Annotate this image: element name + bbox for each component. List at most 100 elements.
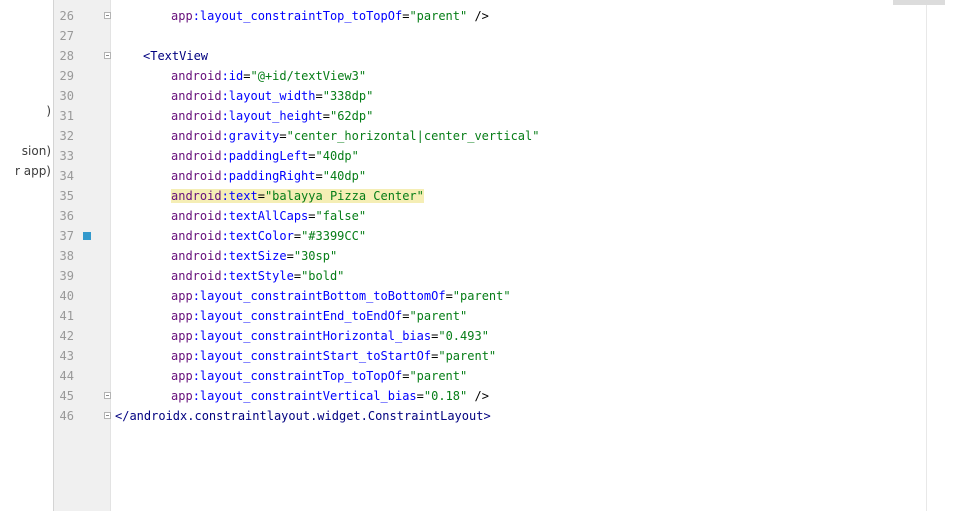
code-token-val: "@+id/textView3"	[250, 69, 367, 83]
color-swatch-icon[interactable]	[83, 232, 91, 240]
code-line[interactable]: app:layout_constraintTop_toTopOf="parent…	[171, 6, 489, 26]
code-token-attr: :text	[221, 189, 258, 203]
line-number: 41	[59, 309, 74, 323]
code-token-eq: =	[293, 229, 302, 243]
code-token-ns: android	[171, 169, 222, 183]
code-token-punct: />	[467, 389, 489, 403]
code-token-attr: :layout_constraintBottom_toBottomOf	[192, 289, 446, 303]
right-margin-guide	[926, 0, 927, 511]
code-token-eq: =	[416, 389, 424, 403]
code-line[interactable]: android:gravity="center_horizontal|cente…	[171, 126, 539, 146]
code-token-attr: :layout_constraintTop_toTopOf	[192, 9, 403, 23]
line-number: 30	[59, 89, 74, 103]
code-token-val: "0.18"	[423, 389, 468, 403]
code-token-ns: android	[171, 209, 222, 223]
code-editor[interactable]: app:layout_constraintTop_toTopOf="parent…	[111, 0, 962, 511]
line-number: 43	[59, 349, 74, 363]
code-token-val: "338dp"	[322, 89, 374, 103]
code-line[interactable]: app:layout_constraintStart_toStartOf="pa…	[171, 346, 496, 366]
code-line[interactable]: </androidx.constraintlayout.widget.Const…	[115, 406, 491, 426]
code-line[interactable]: android:textSize="30sp"	[171, 246, 337, 266]
code-line[interactable]: app:layout_constraintHorizontal_bias="0.…	[171, 326, 489, 346]
code-line[interactable]: android:textAllCaps="false"	[171, 206, 366, 226]
code-token-attr: :id	[221, 69, 244, 83]
line-number: 29	[59, 69, 74, 83]
code-token-eq: =	[445, 289, 453, 303]
code-token-ns: app	[171, 329, 193, 343]
code-token-val: "bold"	[301, 269, 345, 283]
code-token-ns: android	[171, 89, 222, 103]
code-token-ns: app	[171, 349, 193, 363]
code-line[interactable]: <TextView	[143, 46, 208, 66]
code-line[interactable]: android:textStyle="bold"	[171, 266, 344, 286]
code-token-val: "false"	[315, 209, 367, 223]
code-token-val: "center_horizontal|center_vertical"	[286, 129, 540, 143]
code-token-attr: :textAllCaps	[221, 209, 309, 223]
code-token-eq: =	[243, 69, 251, 83]
line-number: 45	[59, 389, 74, 403]
code-token-attr: :textSize	[221, 249, 287, 263]
code-token-attr: :layout_constraintEnd_toEndOf	[192, 309, 403, 323]
code-token-attr: :gravity	[221, 129, 280, 143]
line-number: 26	[59, 9, 74, 23]
code-token-attr: :paddingLeft	[221, 149, 309, 163]
line-number: 34	[59, 169, 74, 183]
code-line[interactable]: app:layout_constraintBottom_toBottomOf="…	[171, 286, 511, 306]
code-token-val: "30sp"	[293, 249, 338, 263]
code-line[interactable]: android:paddingRight="40dp"	[171, 166, 366, 186]
fold-toggle-icon[interactable]	[104, 392, 111, 399]
code-token-eq: =	[293, 269, 302, 283]
code-token-val: "#3399CC"	[301, 229, 367, 243]
code-token-eq: =	[308, 149, 316, 163]
code-token-val: "40dp"	[322, 169, 367, 183]
code-token-ns: android	[171, 109, 222, 123]
project-panel-text-fragment: sion)	[21, 144, 51, 158]
code-line[interactable]: android:layout_width="338dp"	[171, 86, 373, 106]
code-token-val: "0.493"	[438, 329, 489, 343]
code-token-val: "parent"	[409, 9, 468, 23]
code-token-ns: android	[171, 129, 222, 143]
code-token-attr: :layout_constraintTop_toTopOf	[192, 369, 403, 383]
code-line[interactable]: android:layout_height="62dp"	[171, 106, 373, 126]
code-line[interactable]: android:textColor="#3399CC"	[171, 226, 366, 246]
code-token-val: "parent"	[409, 309, 468, 323]
fold-toggle-icon[interactable]	[104, 412, 111, 419]
code-token-attr: :paddingRight	[221, 169, 316, 183]
code-token-eq: =	[322, 109, 330, 123]
line-number: 28	[59, 49, 74, 63]
code-line[interactable]: android:id="@+id/textView3"	[171, 66, 366, 86]
code-token-ns: app	[171, 389, 193, 403]
line-number: 42	[59, 329, 74, 343]
code-token-ns: app	[171, 369, 193, 383]
line-number: 39	[59, 269, 74, 283]
code-token-ns: app	[171, 9, 193, 23]
line-number: 36	[59, 209, 74, 223]
code-line[interactable]: app:layout_constraintTop_toTopOf="parent…	[171, 366, 467, 386]
fold-toggle-icon[interactable]	[104, 52, 111, 59]
fold-toggle-icon[interactable]	[104, 12, 111, 19]
code-token-eq: =	[279, 129, 287, 143]
line-number: 44	[59, 369, 74, 383]
code-token-val: "parent"	[409, 369, 468, 383]
code-token-ns: android	[171, 269, 222, 283]
code-token-val: "40dp"	[315, 149, 359, 163]
code-line[interactable]: android:paddingLeft="40dp"	[171, 146, 359, 166]
line-number: 33	[59, 149, 74, 163]
code-line[interactable]: app:layout_constraintVertical_bias="0.18…	[171, 386, 489, 406]
code-token-attr: :layout_width	[221, 89, 316, 103]
code-token-ns: android	[171, 229, 222, 243]
project-panel-edge: ) sion) r app)	[0, 0, 54, 511]
line-number: 32	[59, 129, 74, 143]
code-token-attr: :textColor	[221, 229, 294, 243]
project-panel-text-fragment: r app)	[14, 164, 51, 178]
code-token-ns: android	[171, 149, 222, 163]
line-number: 27	[59, 29, 74, 43]
code-token-attr: :layout_constraintHorizontal_bias	[192, 329, 432, 343]
code-token-eq: =	[315, 89, 323, 103]
line-number: 35	[59, 189, 74, 203]
editor-gutter[interactable]: 26 27 28 29 30 31 32 33 34 35 36 37 38 39 40 41 42 43 44 45…	[54, 0, 111, 511]
code-token-attr: :layout_height	[221, 109, 323, 123]
code-line[interactable]: app:layout_constraintEnd_toEndOf="parent…	[171, 306, 467, 326]
code-line[interactable]: android:text="balayya Pizza Center"	[171, 186, 424, 206]
code-token-tag: <TextView	[143, 49, 209, 63]
